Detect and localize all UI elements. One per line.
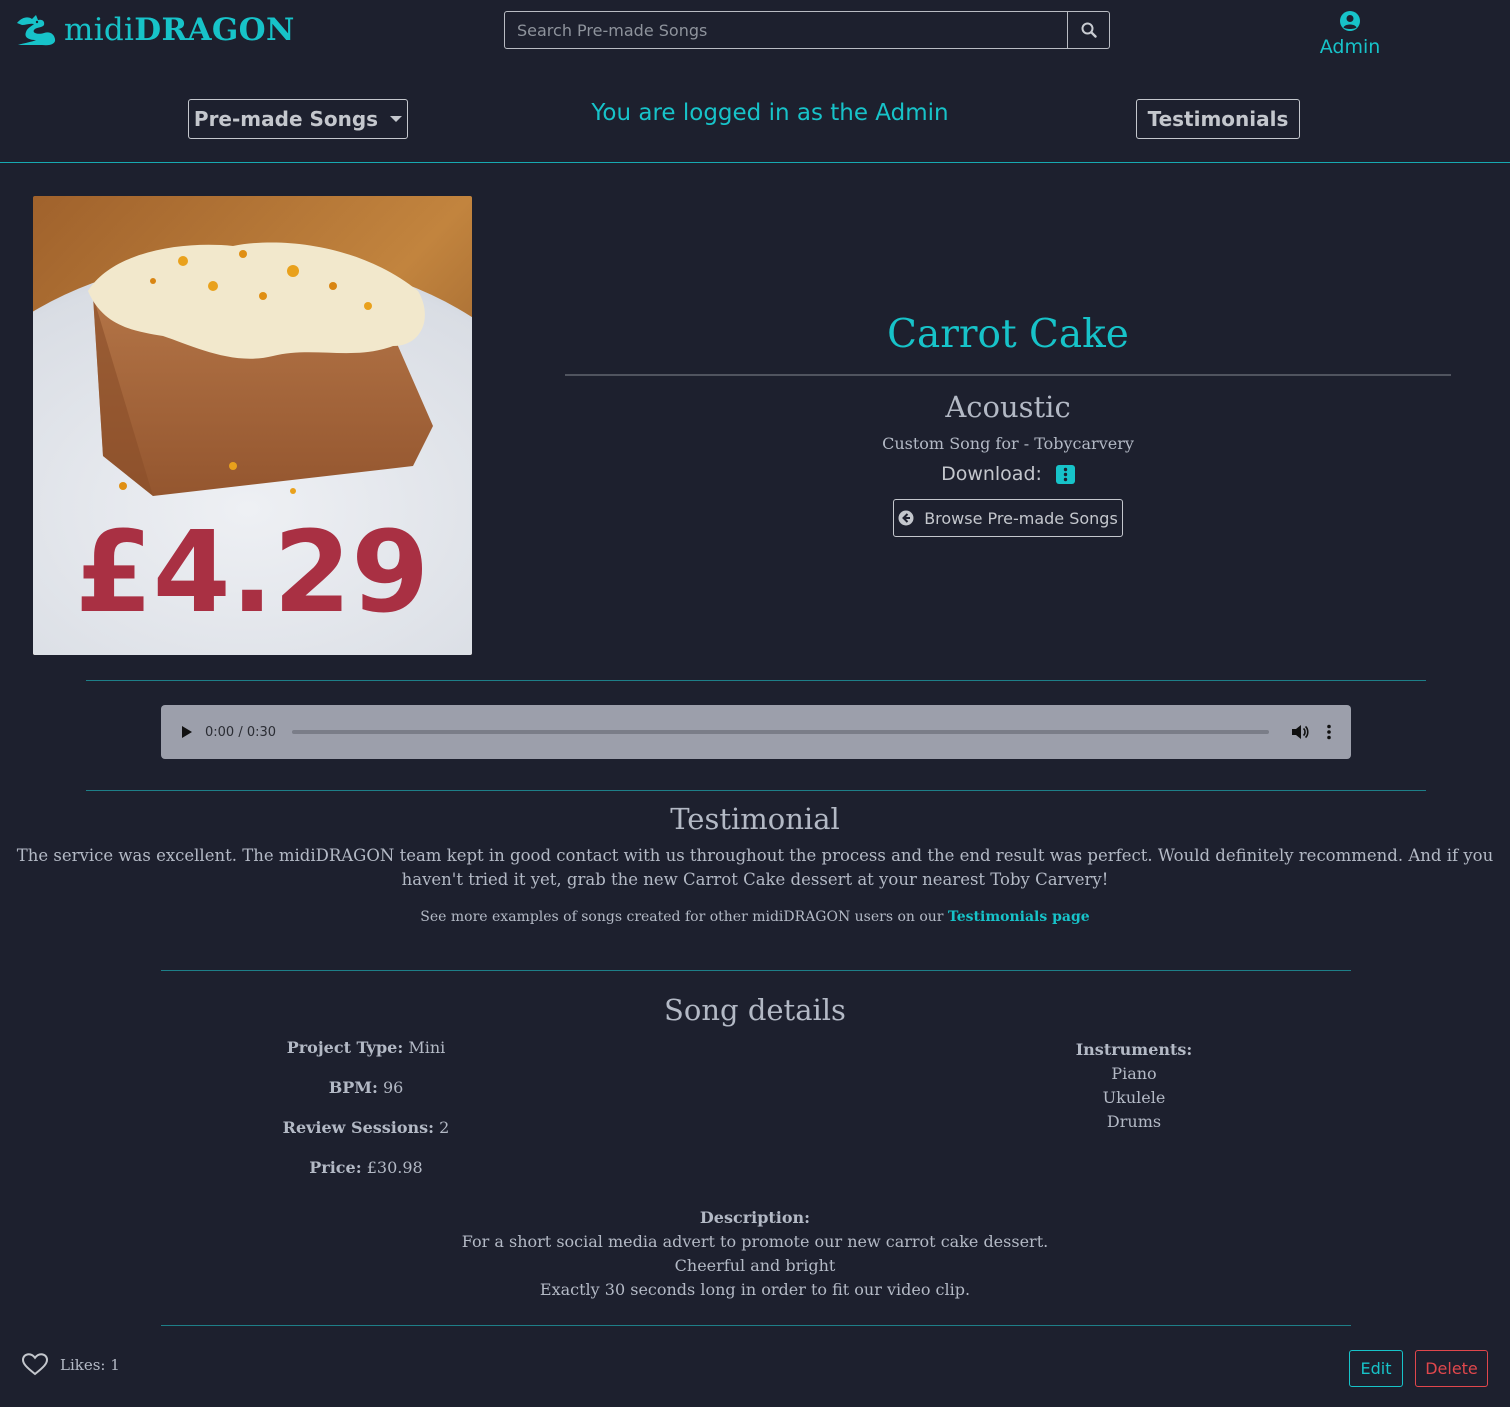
instrument-item: Piano	[1111, 1064, 1157, 1083]
instrument-item: Drums	[1106, 1112, 1162, 1131]
testimonials-more-text: See more examples of songs created for o…	[0, 909, 1510, 925]
likes-count: Likes: 1	[60, 1355, 120, 1374]
testimonials-page-link[interactable]: Testimonials page	[948, 909, 1090, 925]
price-overlay-text: £4.29	[75, 508, 429, 638]
dragon-logo-icon	[17, 15, 56, 46]
title-divider	[565, 374, 1451, 376]
section-divider	[86, 680, 1426, 681]
testimonials-more-prefix: See more examples of songs created for o…	[420, 909, 944, 925]
arrow-circle-left-icon	[898, 510, 914, 526]
search-bar	[504, 11, 1110, 49]
price-row: Price: £30.98	[241, 1158, 491, 1177]
volume-icon[interactable]	[1291, 724, 1309, 740]
download-file-icon[interactable]	[1055, 464, 1075, 484]
custom-song-for: Custom Song for - Tobycarvery	[882, 434, 1134, 453]
song-details-heading: Song details	[664, 993, 846, 1027]
heart-icon[interactable]	[22, 1353, 48, 1376]
search-icon	[1081, 22, 1097, 38]
more-options-icon[interactable]	[1327, 724, 1331, 740]
caret-down-icon	[390, 116, 403, 122]
section-divider	[86, 790, 1426, 791]
browse-premade-songs-button[interactable]: Browse Pre-made Songs	[893, 499, 1123, 537]
header-divider	[0, 162, 1510, 163]
user-circle-icon	[1340, 11, 1360, 31]
description-block: Description: For a short social media ad…	[0, 1206, 1510, 1302]
description-line: Exactly 30 seconds long in order to fit …	[539, 1280, 971, 1299]
account-label: Admin	[1319, 36, 1381, 58]
testimonial-heading: Testimonial	[670, 802, 840, 836]
description-label: Description:	[699, 1208, 811, 1227]
price-label: Price:	[309, 1158, 362, 1177]
testimonial-text: The service was excellent. The midiDRAGO…	[16, 846, 1494, 889]
instrument-item: Ukulele	[1102, 1088, 1166, 1107]
review-sessions-value: 2	[439, 1118, 450, 1137]
logged-in-message: You are logged in as the Admin	[591, 100, 949, 126]
browse-premade-songs-label: Browse Pre-made Songs	[924, 508, 1118, 528]
bpm-value: 96	[382, 1078, 404, 1097]
section-divider	[161, 1325, 1351, 1326]
play-icon[interactable]	[181, 725, 193, 739]
project-type-value: Mini	[408, 1038, 446, 1057]
review-sessions-row: Review Sessions: 2	[241, 1118, 491, 1137]
premade-songs-label: Pre-made Songs	[193, 107, 379, 131]
review-sessions-label: Review Sessions:	[282, 1118, 435, 1137]
account-menu[interactable]: Admin	[1300, 10, 1400, 58]
edit-button[interactable]: Edit	[1349, 1350, 1403, 1387]
instruments-block: Instruments: Piano Ukulele Drums	[1034, 1038, 1234, 1134]
description-line: For a short social media advert to promo…	[461, 1232, 1049, 1251]
delete-button[interactable]: Delete	[1415, 1350, 1488, 1387]
search-button[interactable]	[1068, 11, 1110, 49]
project-type-label: Project Type:	[286, 1038, 404, 1057]
song-genre: Acoustic	[945, 390, 1071, 424]
price-value: £30.98	[366, 1158, 423, 1177]
song-title: Carrot Cake	[887, 312, 1129, 357]
description-line: Cheerful and bright	[674, 1256, 836, 1275]
instruments-label: Instruments:	[1075, 1040, 1193, 1059]
brand-logo[interactable]: midiDRAGON	[14, 12, 295, 48]
download-label: Download:	[941, 463, 1042, 485]
project-type-row: Project Type: Mini	[241, 1038, 491, 1057]
audio-player: 0:00 / 0:30	[161, 705, 1351, 759]
audio-progress-bar[interactable]	[292, 730, 1269, 734]
testimonials-button[interactable]: Testimonials	[1136, 99, 1300, 139]
likes-row: Likes: 1	[22, 1353, 120, 1376]
bpm-row: BPM: 96	[241, 1078, 491, 1097]
audio-time: 0:00 / 0:30	[205, 724, 277, 740]
product-image: £4.29	[33, 196, 472, 655]
download-row: Download:	[565, 463, 1451, 485]
section-divider	[161, 970, 1351, 971]
brand-name: midiDRAGON	[64, 12, 295, 48]
premade-songs-dropdown[interactable]: Pre-made Songs	[188, 99, 408, 139]
bpm-label: BPM:	[328, 1078, 378, 1097]
search-input[interactable]	[504, 11, 1068, 49]
